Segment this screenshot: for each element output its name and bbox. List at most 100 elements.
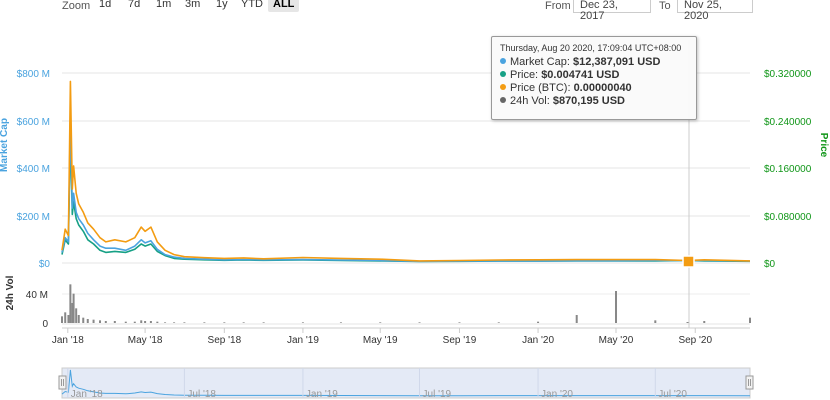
volume-bar [124, 321, 127, 323]
tooltip-header: Thursday, Aug 20 2020, 17:09:04 UTC+08:0… [500, 43, 682, 53]
price-line [61, 131, 751, 263]
volume-bar [749, 317, 751, 323]
volume-bar [173, 322, 176, 323]
tooltip-volume-value: $870,195 USD [552, 95, 625, 107]
volume-tick-label: 0 [42, 319, 48, 330]
tooltip-volume-label: 24h Vol: [510, 95, 550, 107]
tooltip-row-price: Price: $0.004741 USD [500, 69, 688, 82]
volume-bar [379, 322, 382, 323]
tooltip: Thursday, Aug 20 2020, 17:09:04 UTC+08:0… [491, 36, 697, 120]
x-axis: Jan '18 May '18 Sep '18 Jan '19 May '19 Sep '… [52, 327, 750, 346]
price-dot-icon [500, 71, 506, 77]
volume-bar [537, 321, 540, 323]
tooltip-price-btc-value: 0.00000040 [573, 82, 632, 94]
market-cap-tick-label: $200 M [17, 212, 50, 223]
price-tick-label: $0 [764, 259, 776, 270]
tooltip-price-value: $0.004741 USD [541, 69, 620, 81]
volume-bar [223, 322, 226, 323]
volume-bar [458, 322, 461, 323]
volume-bar [654, 320, 657, 323]
volume-bar [164, 322, 167, 323]
volume-bar [418, 322, 421, 323]
x-tick-label: Jan '18 [52, 335, 84, 346]
tooltip-market-cap-value: $12,387,091 USD [572, 56, 661, 68]
volume-bar [72, 293, 75, 323]
volume-bars [61, 284, 751, 323]
price-btc-dot-icon [500, 84, 506, 90]
hover-marker [682, 255, 695, 268]
price-chart[interactable]: $0$200 M$400 M$600 M$800 M $0$0.080000$0… [0, 0, 830, 400]
price-tick-label: $0.320000 [764, 69, 812, 80]
navigator-left-handle[interactable] [58, 375, 67, 390]
volume-bar [69, 284, 72, 323]
volume-bar [686, 322, 689, 323]
market-cap-line [61, 114, 751, 263]
volume-bar [301, 322, 304, 323]
price-axis-title: Price [818, 133, 829, 158]
volume-bar [203, 322, 206, 323]
volume-bar [183, 322, 186, 323]
navigator-tick-label: Jan '19 [306, 389, 338, 400]
x-tick-label: May '20 [599, 335, 634, 346]
price-tick-label: $0.240000 [764, 117, 812, 128]
tooltip-row-volume: 24h Vol: $870,195 USD [500, 95, 688, 108]
volume-axis-title: 24h Vol [5, 275, 16, 310]
x-tick-label: May '18 [128, 335, 163, 346]
volume-bar [140, 320, 143, 323]
volume-bar [104, 321, 107, 323]
price-tick-label: $0.080000 [764, 212, 812, 223]
x-tick-label: Jan '19 [287, 335, 319, 346]
navigator-tick-label: Jul '18 [187, 389, 216, 400]
market-cap-tick-label: $0 [39, 259, 51, 270]
tooltip-row-market-cap: Market Cap: $12,387,091 USD [500, 56, 688, 69]
tooltip-market-cap-label: Market Cap: [510, 56, 570, 68]
x-tick-label: Jan '20 [522, 335, 554, 346]
volume-bar [156, 321, 159, 323]
volume-bar [497, 322, 500, 323]
tooltip-price-btc-label: Price (BTC): [510, 82, 571, 94]
tooltip-row-price-btc: Price (BTC): 0.00000040 [500, 82, 688, 95]
volume-bar [113, 321, 116, 323]
x-tick-label: Sep '18 [208, 335, 242, 346]
market-cap-axis: $0 $200 M $400 M $600 M $800 M [17, 69, 51, 270]
volume-bar [61, 316, 63, 323]
x-tick-label: Sep '19 [443, 335, 477, 346]
x-tick-label: Sep '20 [678, 335, 712, 346]
volume-bar [86, 319, 89, 323]
volume-bar [133, 321, 136, 323]
market-cap-tick-label: $800 M [17, 69, 50, 80]
volume-bar [99, 320, 102, 323]
volume-bar [92, 319, 95, 323]
volume-bar [575, 315, 578, 323]
volume-bar [339, 322, 342, 323]
volume-bar [262, 322, 265, 323]
volume-bar [703, 321, 706, 323]
market-cap-axis-title: Market Cap [0, 118, 10, 172]
market-cap-tick-label: $600 M [17, 117, 50, 128]
navigator-tick-label: Jul '19 [423, 389, 452, 400]
tooltip-price-label: Price: [510, 69, 539, 81]
navigator-right-handle[interactable] [745, 375, 754, 390]
navigator: Jan '18 Jul '18 Jan '19 Jul '19 Jan '20 Jul '… [58, 367, 754, 400]
volume-tick-label: 40 M [26, 290, 48, 301]
navigator-window[interactable] [61, 367, 751, 399]
volume-bar [77, 315, 80, 323]
volume-bar [149, 321, 152, 323]
volume-bar [242, 322, 245, 323]
price-tick-label: $0.160000 [764, 164, 812, 175]
navigator-tick-label: Jul '20 [658, 389, 687, 400]
volume-bar [144, 321, 147, 323]
volume-bar [67, 315, 70, 323]
x-tick-label: May '19 [363, 335, 398, 346]
volume-axis: 0 40 M [26, 290, 750, 330]
price-axis: $0 $0.080000 $0.160000 $0.240000 $0.320000 [764, 69, 812, 270]
volume-bar [75, 308, 78, 323]
market-cap-tick-label: $400 M [17, 164, 50, 175]
navigator-tick-label: Jan '18 [71, 389, 103, 400]
volume-bar [64, 312, 67, 323]
navigator-tick-label: Jan '20 [541, 389, 573, 400]
volume-bar [82, 317, 85, 323]
market-cap-dot-icon [500, 58, 506, 64]
volume-bar [615, 291, 618, 323]
volume-dot-icon [500, 97, 506, 103]
